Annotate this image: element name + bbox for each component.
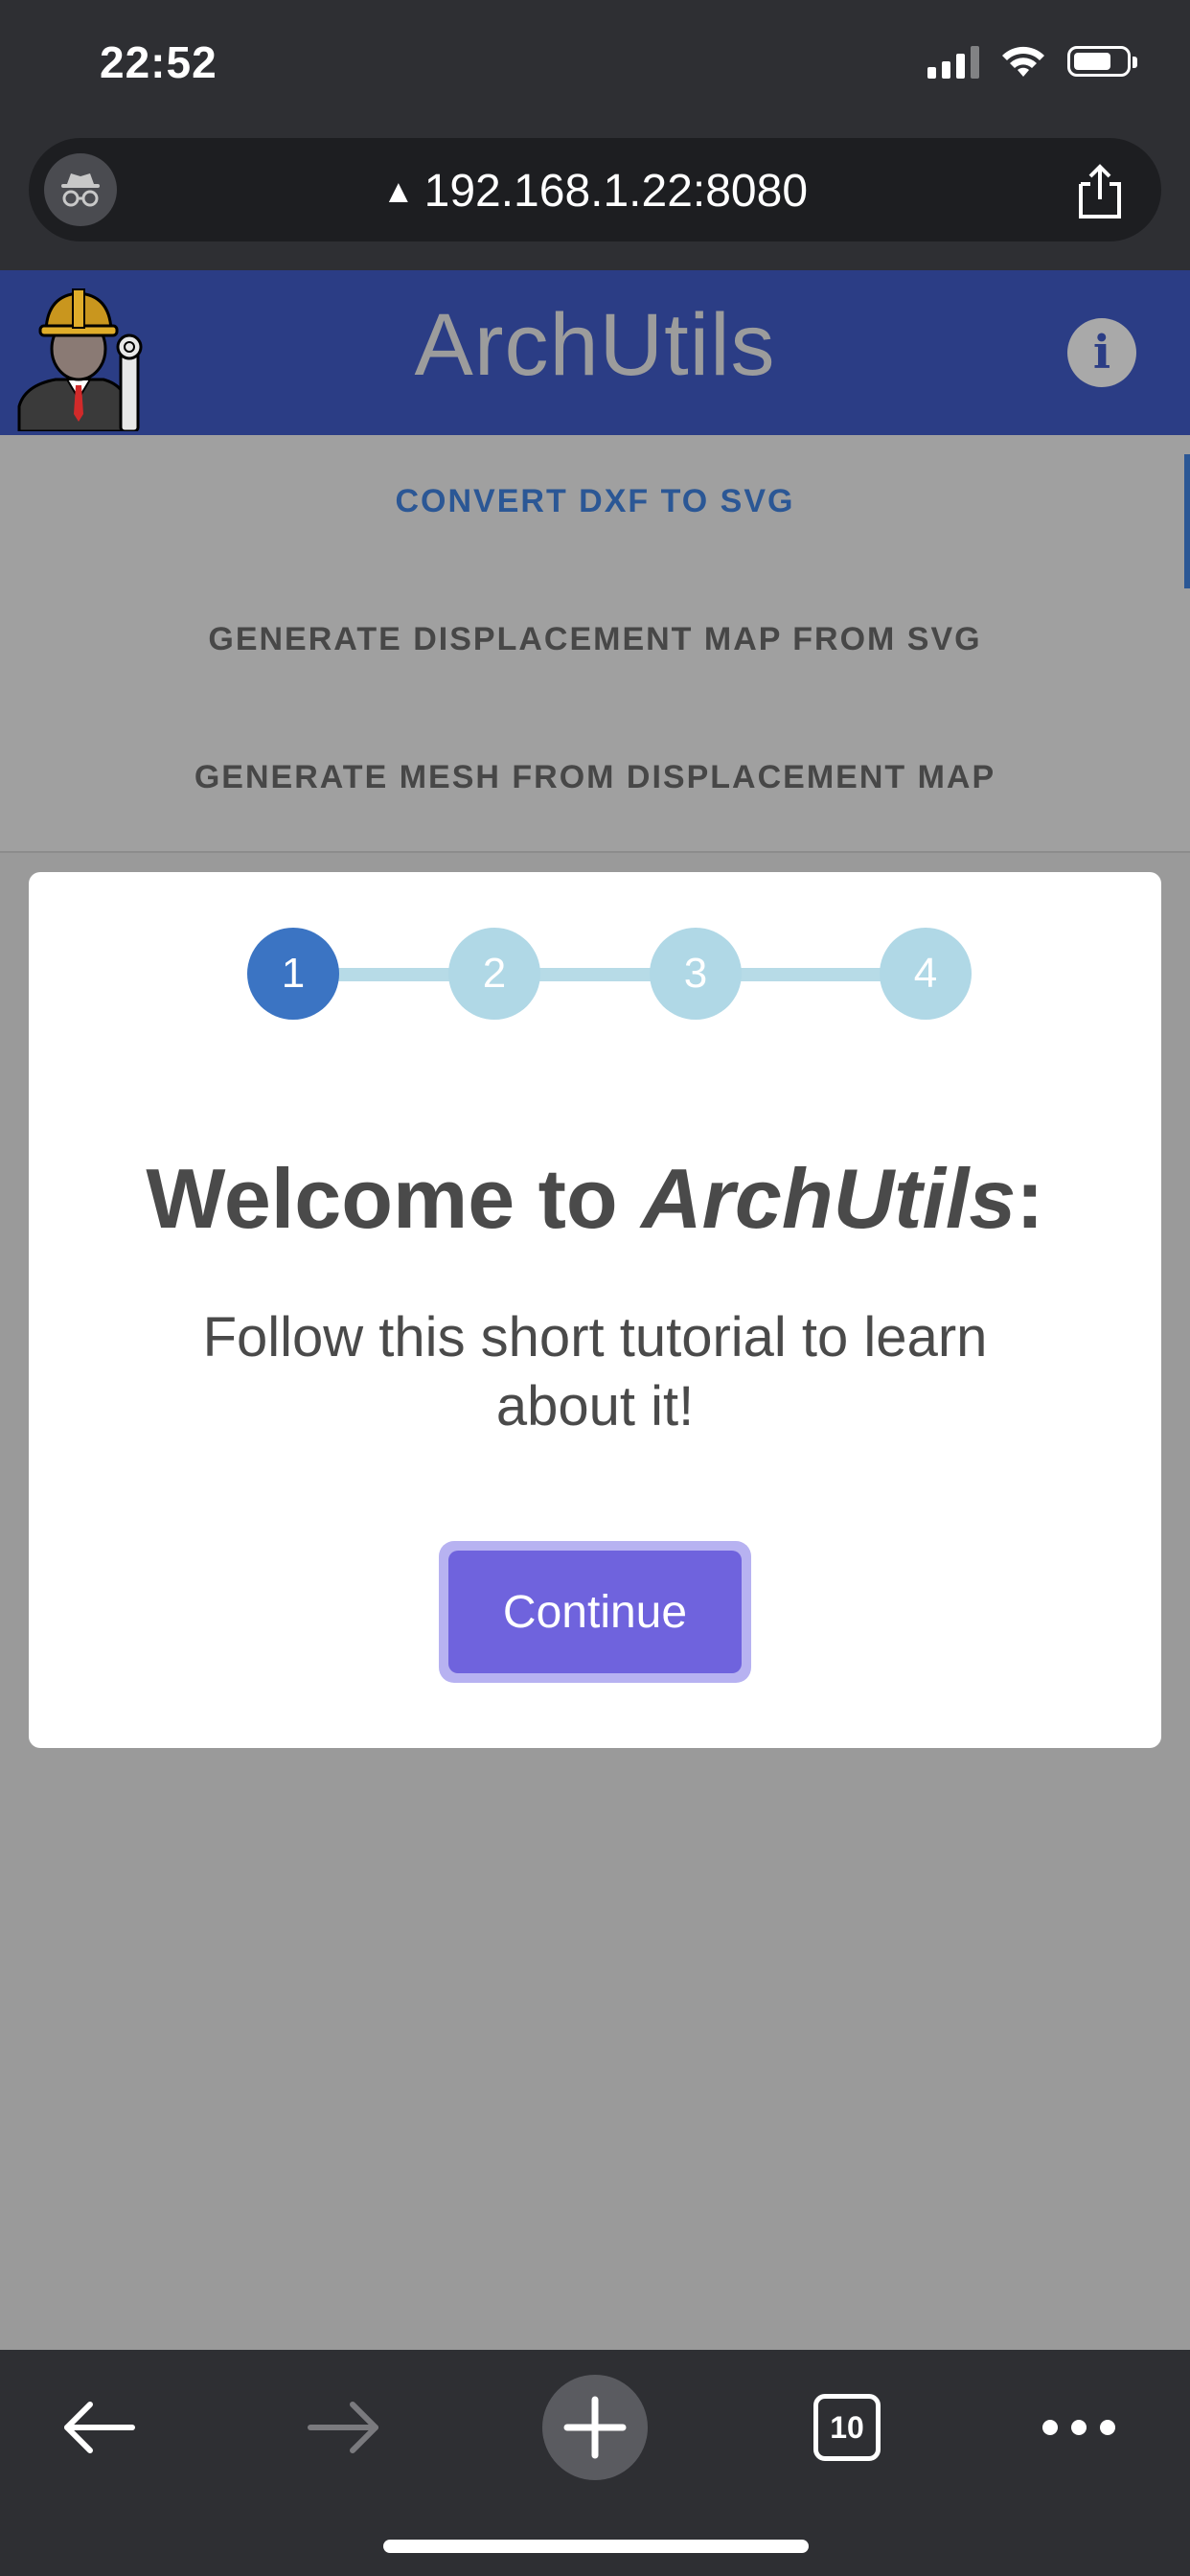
share-icon[interactable] bbox=[1073, 163, 1127, 220]
tutorial-modal: 1 2 3 4 Welcome to ArchUtils: Follow thi… bbox=[29, 872, 1161, 1748]
wifi-icon bbox=[1002, 46, 1044, 77]
tutorial-subtitle: Follow this short tutorial to learn abou… bbox=[202, 1306, 988, 1438]
welcome-suffix: : bbox=[1016, 1151, 1044, 1246]
tab-generate-displacement-map[interactable]: GENERATE DISPLACEMENT MAP FROM SVG bbox=[0, 621, 1190, 658]
welcome-app-name: ArchUtils bbox=[641, 1151, 1017, 1246]
tool-navigation: CONVERT DXF TO SVG GENERATE DISPLACEMENT… bbox=[0, 435, 1190, 853]
info-icon[interactable]: i bbox=[1067, 318, 1136, 387]
address-bar[interactable]: ▲ 192.168.1.22:8080 bbox=[29, 138, 1161, 242]
continue-focus-ring: Continue bbox=[439, 1541, 751, 1683]
url-text: 192.168.1.22:8080 bbox=[423, 166, 809, 217]
battery-icon bbox=[1067, 46, 1137, 77]
browser-url-area: ▲ 192.168.1.22:8080 bbox=[0, 134, 1190, 270]
continue-button[interactable]: Continue bbox=[448, 1551, 742, 1673]
forward-arrow-icon[interactable] bbox=[297, 2375, 393, 2480]
home-indicator bbox=[383, 2540, 809, 2553]
tab-convert-dxf-to-svg[interactable]: CONVERT DXF TO SVG bbox=[0, 483, 1190, 520]
back-arrow-icon[interactable] bbox=[50, 2375, 146, 2480]
step-3: 3 bbox=[650, 928, 742, 1020]
welcome-heading: Welcome to ArchUtils: bbox=[29, 1150, 1161, 1248]
tutorial-stepper: 1 2 3 4 bbox=[247, 928, 972, 1020]
more-dots-icon[interactable] bbox=[1031, 2375, 1127, 2480]
warning-icon: ▲ bbox=[381, 173, 415, 210]
stepper-line bbox=[293, 968, 926, 981]
plus-icon[interactable] bbox=[542, 2375, 648, 2480]
step-2: 2 bbox=[448, 928, 540, 1020]
active-tab-indicator bbox=[1184, 454, 1190, 588]
status-bar: 22:52 bbox=[0, 0, 1190, 134]
status-icons bbox=[927, 44, 1137, 79]
tab-generate-mesh[interactable]: GENERATE MESH FROM DISPLACEMENT MAP bbox=[0, 759, 1190, 796]
status-time: 22:52 bbox=[100, 37, 217, 87]
url-display[interactable]: ▲ 192.168.1.22:8080 bbox=[29, 165, 1161, 218]
tabs-icon[interactable]: 10 bbox=[799, 2375, 895, 2480]
step-1: 1 bbox=[247, 928, 339, 1020]
tabs-count: 10 bbox=[813, 2394, 881, 2461]
cellular-signal-icon bbox=[927, 44, 979, 79]
welcome-prefix: Welcome to bbox=[146, 1151, 642, 1246]
step-4: 4 bbox=[880, 928, 972, 1020]
app-title: ArchUtils bbox=[414, 296, 776, 394]
app-header: ArchUtils i bbox=[0, 270, 1190, 435]
